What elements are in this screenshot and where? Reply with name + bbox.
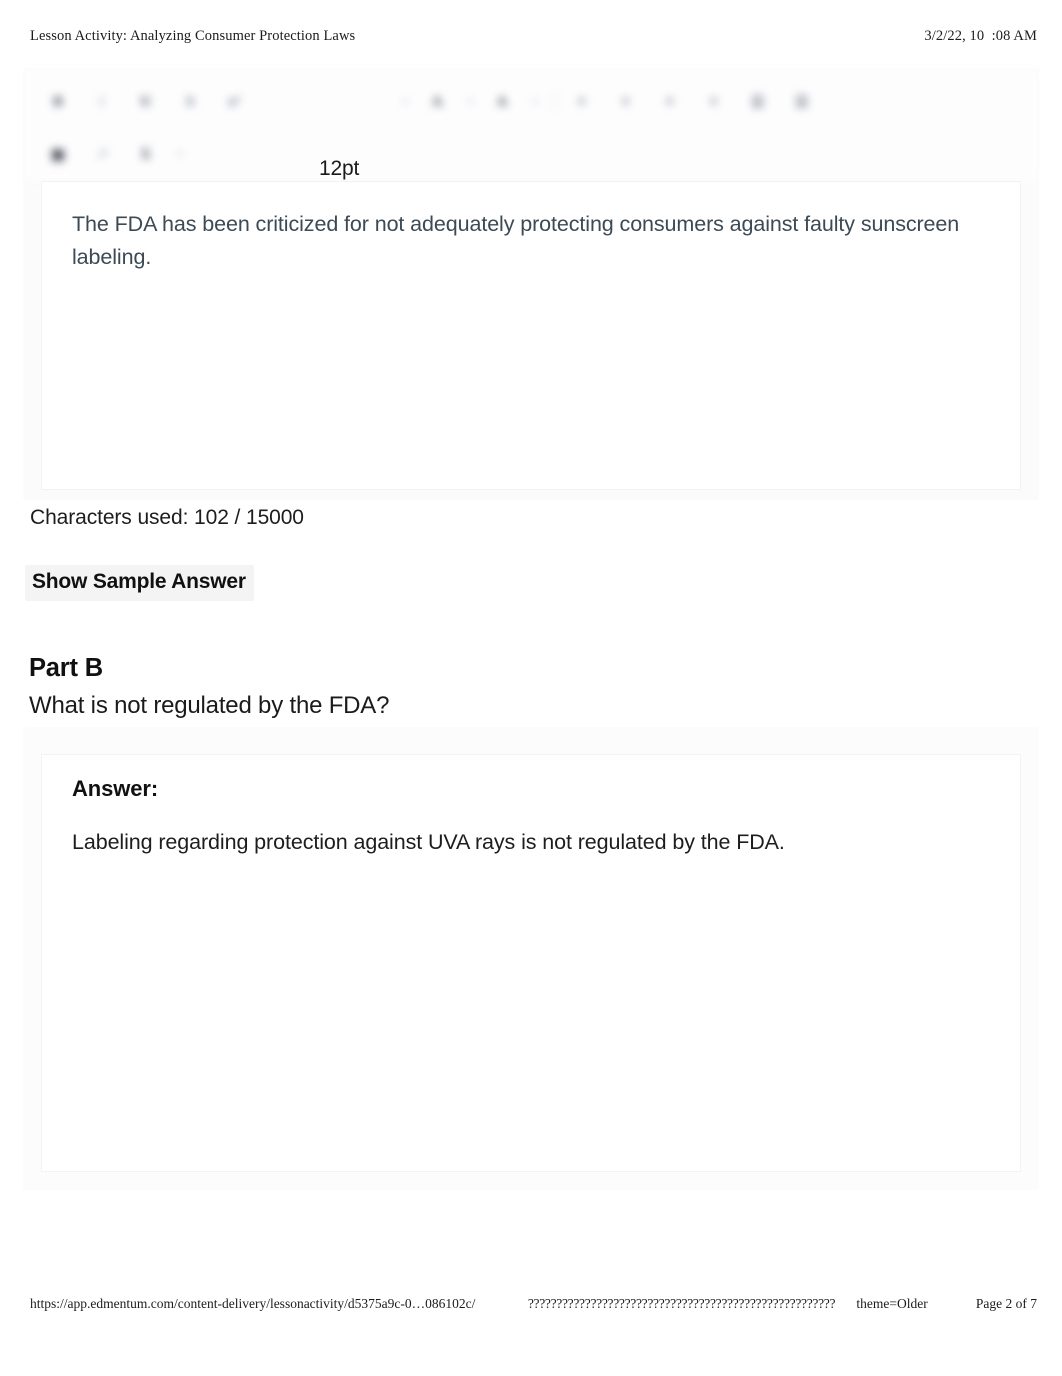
numbered-list-icon[interactable]: ☰ (787, 87, 817, 117)
footer-theme-param: theme=Older (856, 1296, 928, 1311)
align-left-icon[interactable]: ≡ (567, 87, 597, 117)
toolbar-row-secondary: ▣ ↗ Σ ▼ (43, 131, 1029, 177)
footer-page-number: Page 2 of 7 (975, 1296, 1037, 1311)
chevron-down-icon[interactable]: ▼ (401, 97, 410, 107)
answer-label: Answer: (72, 776, 159, 801)
insert-link-icon[interactable]: ↗ (87, 139, 117, 169)
align-justify-icon[interactable]: ≡ (699, 87, 729, 117)
font-size-selector[interactable]: 12pt (319, 157, 359, 181)
editor-toolbar: B I U S x² ▼ A ▼ A ▼ ≡ ≡ ≡ ≡ ☰ ☰ ▣ ↗ Σ ▼ (23, 68, 1039, 181)
print-footer: https://app.edmentum.com/content-deliver… (30, 1296, 1037, 1312)
answer-body-text: Labeling regarding protection against UV… (72, 830, 785, 854)
bullet-list-icon[interactable]: ☰ (743, 87, 773, 117)
rich-text-editor: B I U S x² ▼ A ▼ A ▼ ≡ ≡ ≡ ≡ ☰ ☰ ▣ ↗ Σ ▼… (23, 68, 1039, 500)
show-sample-answer-button[interactable]: Show Sample Answer (25, 565, 254, 601)
part-b-answer-panel: Answer: Labeling regarding protection ag… (23, 727, 1039, 1190)
strikethrough-icon[interactable]: S (175, 87, 205, 117)
part-b-question: What is not regulated by the FDA? (29, 692, 390, 719)
footer-url: https://app.edmentum.com/content-deliver… (30, 1296, 476, 1311)
print-header-title: Lesson Activity: Analyzing Consumer Prot… (30, 28, 356, 44)
text-color-icon[interactable]: A (422, 87, 452, 117)
align-right-icon[interactable]: ≡ (655, 87, 685, 117)
insert-image-icon[interactable]: ▣ (43, 139, 73, 169)
underline-icon[interactable]: U (131, 87, 161, 117)
italic-icon[interactable]: I (87, 87, 117, 117)
footer-unrenderable-text: ????????????????????????????????????????… (527, 1296, 836, 1311)
editor-content-text: The FDA has been criticized for not adeq… (72, 212, 960, 269)
toolbar-divider (553, 91, 555, 113)
character-count-label: Characters used: 102 / 15000 (30, 506, 304, 529)
align-center-icon[interactable]: ≡ (611, 87, 641, 117)
editor-text-area[interactable]: The FDA has been criticized for not adeq… (41, 181, 1021, 490)
bold-icon[interactable]: B (43, 87, 73, 117)
highlight-chevron-down-icon[interactable]: ▼ (531, 97, 540, 107)
insert-equation-icon[interactable]: Σ (131, 139, 161, 169)
part-b-answer-box[interactable]: Answer: Labeling regarding protection ag… (41, 754, 1021, 1172)
print-header-timestamp: 3/2/22, 10 :08 AM (924, 28, 1037, 44)
highlight-color-icon[interactable]: A (487, 87, 517, 117)
superscript-icon[interactable]: x² (219, 87, 249, 117)
equation-chevron-down-icon[interactable]: ▼ (175, 149, 184, 159)
part-b-heading: Part B (29, 654, 103, 682)
text-color-chevron-down-icon[interactable]: ▼ (466, 97, 475, 107)
toolbar-row-primary: B I U S x² ▼ A ▼ A ▼ ≡ ≡ ≡ ≡ ☰ ☰ (43, 79, 1029, 125)
print-header: Lesson Activity: Analyzing Consumer Prot… (30, 28, 1037, 45)
